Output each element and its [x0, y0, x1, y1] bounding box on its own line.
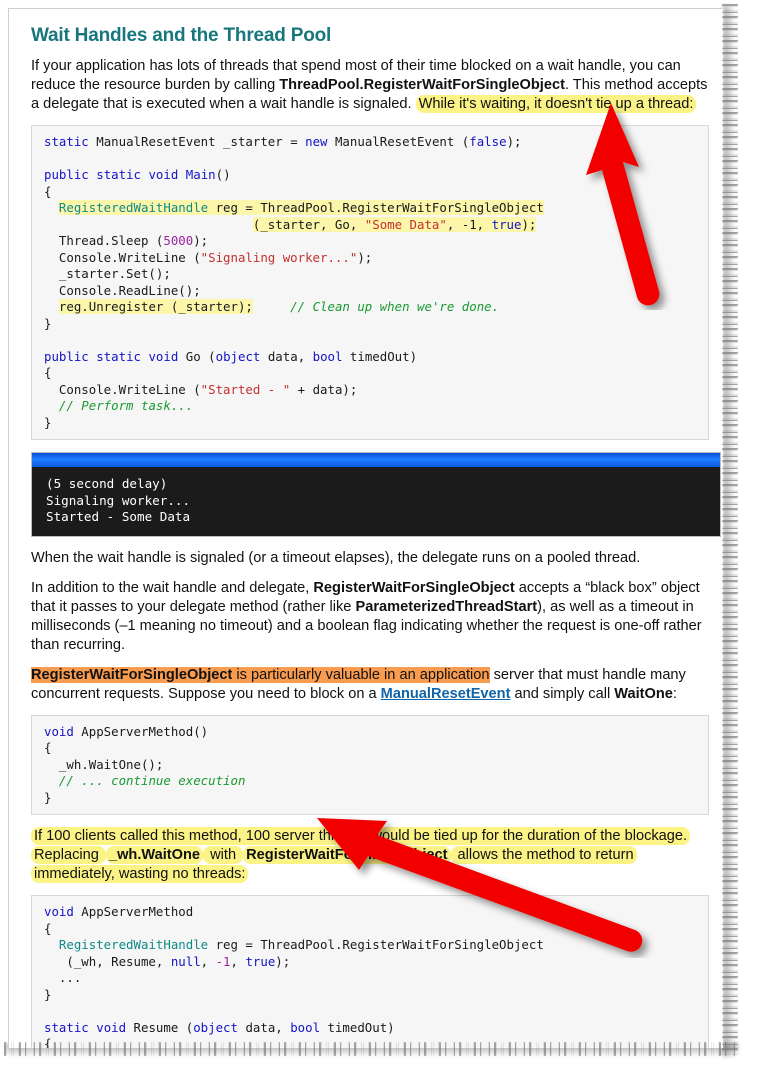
valuable-highlight-rest: is particularly valuable in an applicati… [232, 666, 490, 683]
blackbox-text-1: In addition to the wait handle and deleg… [31, 579, 314, 596]
manualresetevent-link[interactable]: ManualResetEvent [381, 686, 511, 702]
intro-api-name: ThreadPool.RegisterWaitForSingleObject [279, 77, 565, 93]
valuable-waitone: WaitOne [614, 685, 673, 702]
article-content: Wait Handles and the Thread Pool If your… [9, 9, 723, 1048]
valuable-colon: : [672, 685, 677, 702]
valuable-highlight-api: RegisterWaitForSingleObject [31, 666, 233, 683]
console-output-window: (5 second delay) Signaling worker... Sta… [31, 452, 721, 537]
torn-edge-bottom [4, 1042, 738, 1056]
blackbox-api-1: RegisterWaitForSingleObject [313, 579, 515, 596]
torn-edge-right [722, 4, 738, 1056]
clients-paragraph: If 100 clients called this method, 100 s… [31, 827, 709, 884]
after-console-paragraph: When the wait handle is signaled (or a t… [31, 549, 641, 566]
blackbox-api-2: ParameterizedThreadStart [355, 598, 538, 615]
console-line-2: Signaling worker... [46, 492, 191, 508]
valuable-text-2: and simply call [510, 685, 615, 702]
code-block-appserver-register: void AppServerMethod { RegisteredWaitHan… [31, 895, 709, 1048]
clients-highlight-api-1: _wh.WaitOne [105, 846, 204, 864]
valuable-paragraph: RegisterWaitForSingleObject is particula… [31, 666, 709, 704]
intro-highlight: While it's waiting, it doesn't tie up a … [415, 95, 697, 113]
screenshot-page: Wait Handles and the Thread Pool If your… [0, 0, 760, 1067]
console-output-text: (5 second delay) Signaling worker... Sta… [32, 467, 720, 536]
console-line-1: (5 second delay) [46, 476, 168, 491]
console-line-3: Started - Some Data [46, 509, 191, 524]
clients-highlight-api-2: RegisterWaitForSingleObject [243, 846, 451, 864]
blackbox-paragraph: In addition to the wait handle and deleg… [31, 579, 709, 655]
code-block-register-wait: static ManualResetEvent _starter = new M… [31, 125, 709, 440]
article-paper: Wait Handles and the Thread Pool If your… [8, 8, 723, 1048]
code-block-appserver-waitone: void AppServerMethod() { _wh.WaitOne(); … [31, 714, 709, 815]
clients-highlight-2: with [203, 846, 244, 864]
console-title-bar [32, 453, 720, 467]
page-title: Wait Handles and the Thread Pool [31, 25, 332, 46]
intro-paragraph: If your application has lots of threads … [31, 57, 709, 114]
